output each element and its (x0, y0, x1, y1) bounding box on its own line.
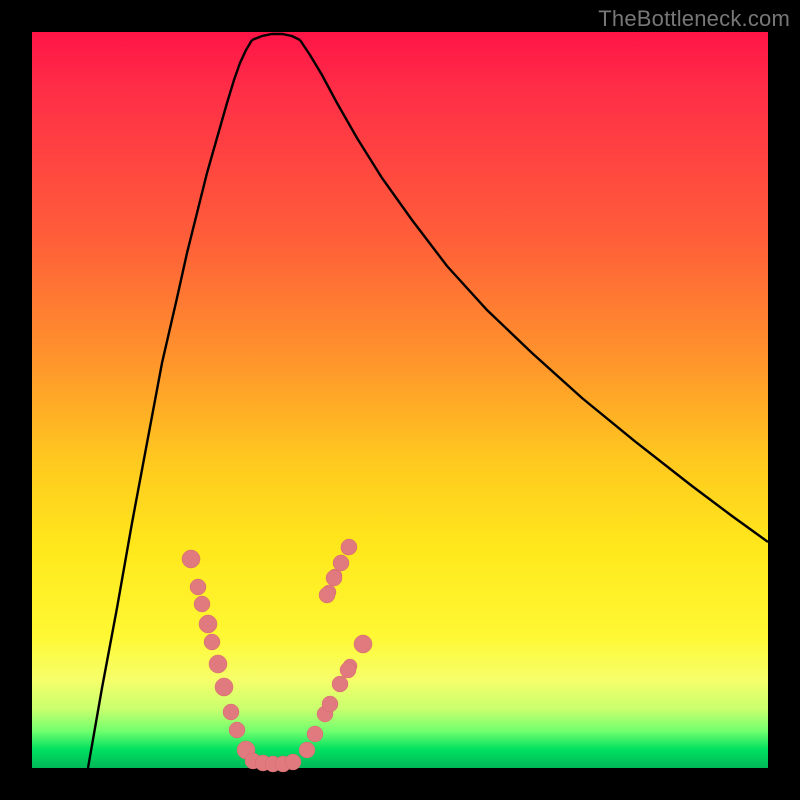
data-dot (229, 722, 245, 738)
data-dot (319, 587, 335, 603)
data-dots (182, 539, 372, 772)
data-dot (204, 634, 220, 650)
data-dot (182, 550, 200, 568)
left-branch-line (88, 40, 252, 768)
data-dot (194, 596, 210, 612)
data-dot (332, 676, 348, 692)
watermark-text: TheBottleneck.com (598, 6, 790, 32)
chart-frame: TheBottleneck.com (0, 0, 800, 800)
data-dot (326, 570, 342, 586)
plot-area (32, 32, 768, 768)
data-dot (199, 615, 217, 633)
data-dot (333, 555, 349, 571)
right-branch-line (300, 40, 768, 542)
data-dot (340, 662, 356, 678)
chart-svg (32, 32, 768, 768)
flat-bottom-line (252, 34, 300, 40)
data-dot (354, 635, 372, 653)
data-dot (215, 678, 233, 696)
data-dot (341, 539, 357, 555)
data-dot (223, 704, 239, 720)
data-dot (322, 696, 338, 712)
data-dot (307, 726, 323, 742)
data-dot (209, 655, 227, 673)
data-dot (285, 754, 301, 770)
data-dot (190, 579, 206, 595)
data-dot (299, 742, 315, 758)
